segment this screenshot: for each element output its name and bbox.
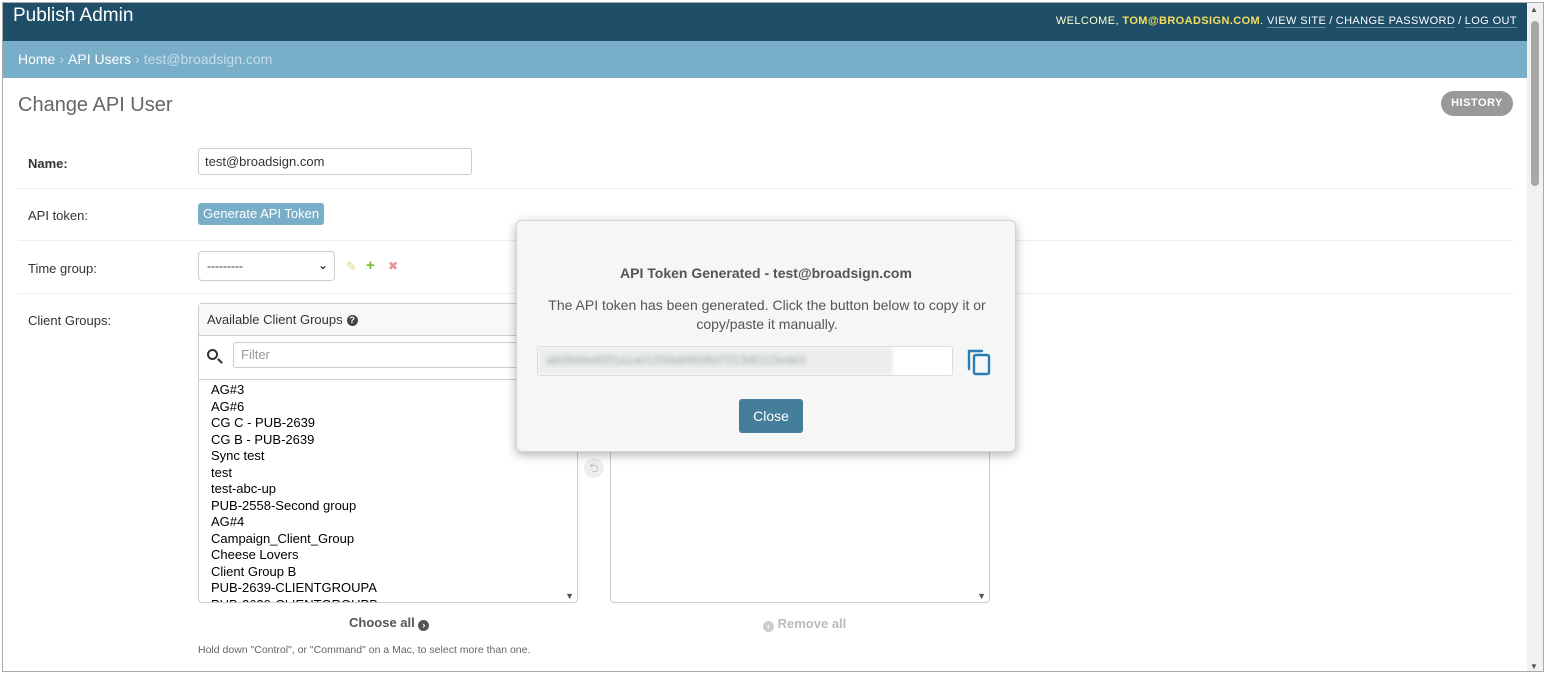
page-title: Change API User xyxy=(18,94,173,116)
arrow-left-circle-icon: ‹ xyxy=(763,621,774,632)
chevron-down-icon: ⌄ xyxy=(317,258,328,272)
change-password-link[interactable]: CHANGE PASSWORD xyxy=(1335,15,1456,28)
site-title[interactable]: Publish Admin xyxy=(13,5,133,27)
list-item[interactable]: test-abc-up xyxy=(199,481,577,498)
list-item[interactable]: test xyxy=(199,465,577,482)
api-token-modal: API Token Generated - test@broadsign.com… xyxy=(516,220,1016,452)
scroll-down-arrow-icon[interactable]: ▼ xyxy=(977,591,986,601)
list-item[interactable]: PUB-2639-CLIENTGROUPA xyxy=(199,580,577,597)
time-group-value: --------- xyxy=(207,259,243,273)
help-icon[interactable]: ? xyxy=(346,315,358,326)
chosen-client-groups-box[interactable]: ▼ xyxy=(610,443,990,603)
user-tools: WELCOME, TOM@BROADSIGN.COM. VIEW SITE / CH… xyxy=(1055,15,1517,28)
list-item[interactable]: Campaign_Client_Group xyxy=(199,531,577,548)
modal-title: API Token Generated - test@broadsign.com xyxy=(620,265,912,281)
generate-api-token-button[interactable]: Generate API Token xyxy=(198,203,325,225)
breadcrumb: Home › API Users › test@broadsign.com xyxy=(3,41,1529,78)
breadcrumb-current: test@broadsign.com xyxy=(143,51,273,67)
copy-icon[interactable] xyxy=(966,347,992,377)
view-site-link[interactable]: VIEW SITE xyxy=(1267,15,1327,28)
list-item[interactable]: Cheese Lovers xyxy=(199,547,577,564)
remove-arrow-icon[interactable]: ⮌ xyxy=(584,458,604,478)
edit-pencil-icon[interactable]: ✎ xyxy=(346,259,357,275)
scroll-up-arrow-icon[interactable]: ▲ xyxy=(1530,5,1538,14)
header: Publish Admin WELCOME, TOM@BROADSIGN.COM… xyxy=(3,3,1529,41)
scroll-down-arrow-icon[interactable]: ▼ xyxy=(565,591,574,601)
client-groups-label: Client Groups: xyxy=(28,313,112,328)
breadcrumb-home[interactable]: Home xyxy=(18,51,55,67)
list-item[interactable]: PUB-2558-Second group xyxy=(199,498,577,515)
list-item[interactable]: PUB-2639-CLIENTGROUPB xyxy=(199,597,577,603)
arrow-right-circle-icon: › xyxy=(418,620,430,631)
choose-all-link[interactable]: Choose all › xyxy=(349,615,430,631)
username: TOM@BROADSIGN.COM xyxy=(1122,15,1261,27)
history-button[interactable]: HISTORY xyxy=(1441,91,1513,116)
name-input[interactable]: test@broadsign.com xyxy=(198,148,472,175)
add-plus-icon[interactable]: + xyxy=(366,257,375,274)
list-item[interactable]: AG#4 xyxy=(199,514,577,531)
select-help-text: Hold down "Control", or "Command" on a M… xyxy=(198,644,531,656)
time-group-label: Time group: xyxy=(28,261,97,276)
search-icon xyxy=(207,349,218,360)
log-out-link[interactable]: LOG OUT xyxy=(1464,15,1517,28)
time-group-select[interactable]: --------- ⌄ xyxy=(198,251,335,281)
welcome-text: WELCOME, xyxy=(1055,15,1119,27)
token-value: ab08d4e6f2f1a1a01259ab9506d7013d0115eda3 xyxy=(538,347,893,375)
remove-all-link[interactable]: ‹ Remove all xyxy=(763,616,846,632)
name-label: Name: xyxy=(28,156,68,171)
page-scrollbar-thumb[interactable] xyxy=(1531,21,1539,186)
delete-x-icon[interactable]: ✖ xyxy=(388,259,398,273)
scroll-down-arrow-icon[interactable]: ▼ xyxy=(1530,662,1538,671)
page-scrollbar[interactable]: ▲ ▼ xyxy=(1527,3,1543,671)
api-token-label: API token: xyxy=(28,208,88,223)
close-button[interactable]: Close xyxy=(739,399,803,433)
token-field[interactable]: ab08d4e6f2f1a1a01259ab9506d7013d0115eda3 xyxy=(537,346,953,376)
breadcrumb-api-users[interactable]: API Users xyxy=(68,51,131,67)
list-item[interactable]: Client Group B xyxy=(199,564,577,581)
admin-window: Publish Admin WELCOME, TOM@BROADSIGN.COM… xyxy=(2,2,1544,672)
modal-message: The API token has been generated. Click … xyxy=(548,297,986,332)
